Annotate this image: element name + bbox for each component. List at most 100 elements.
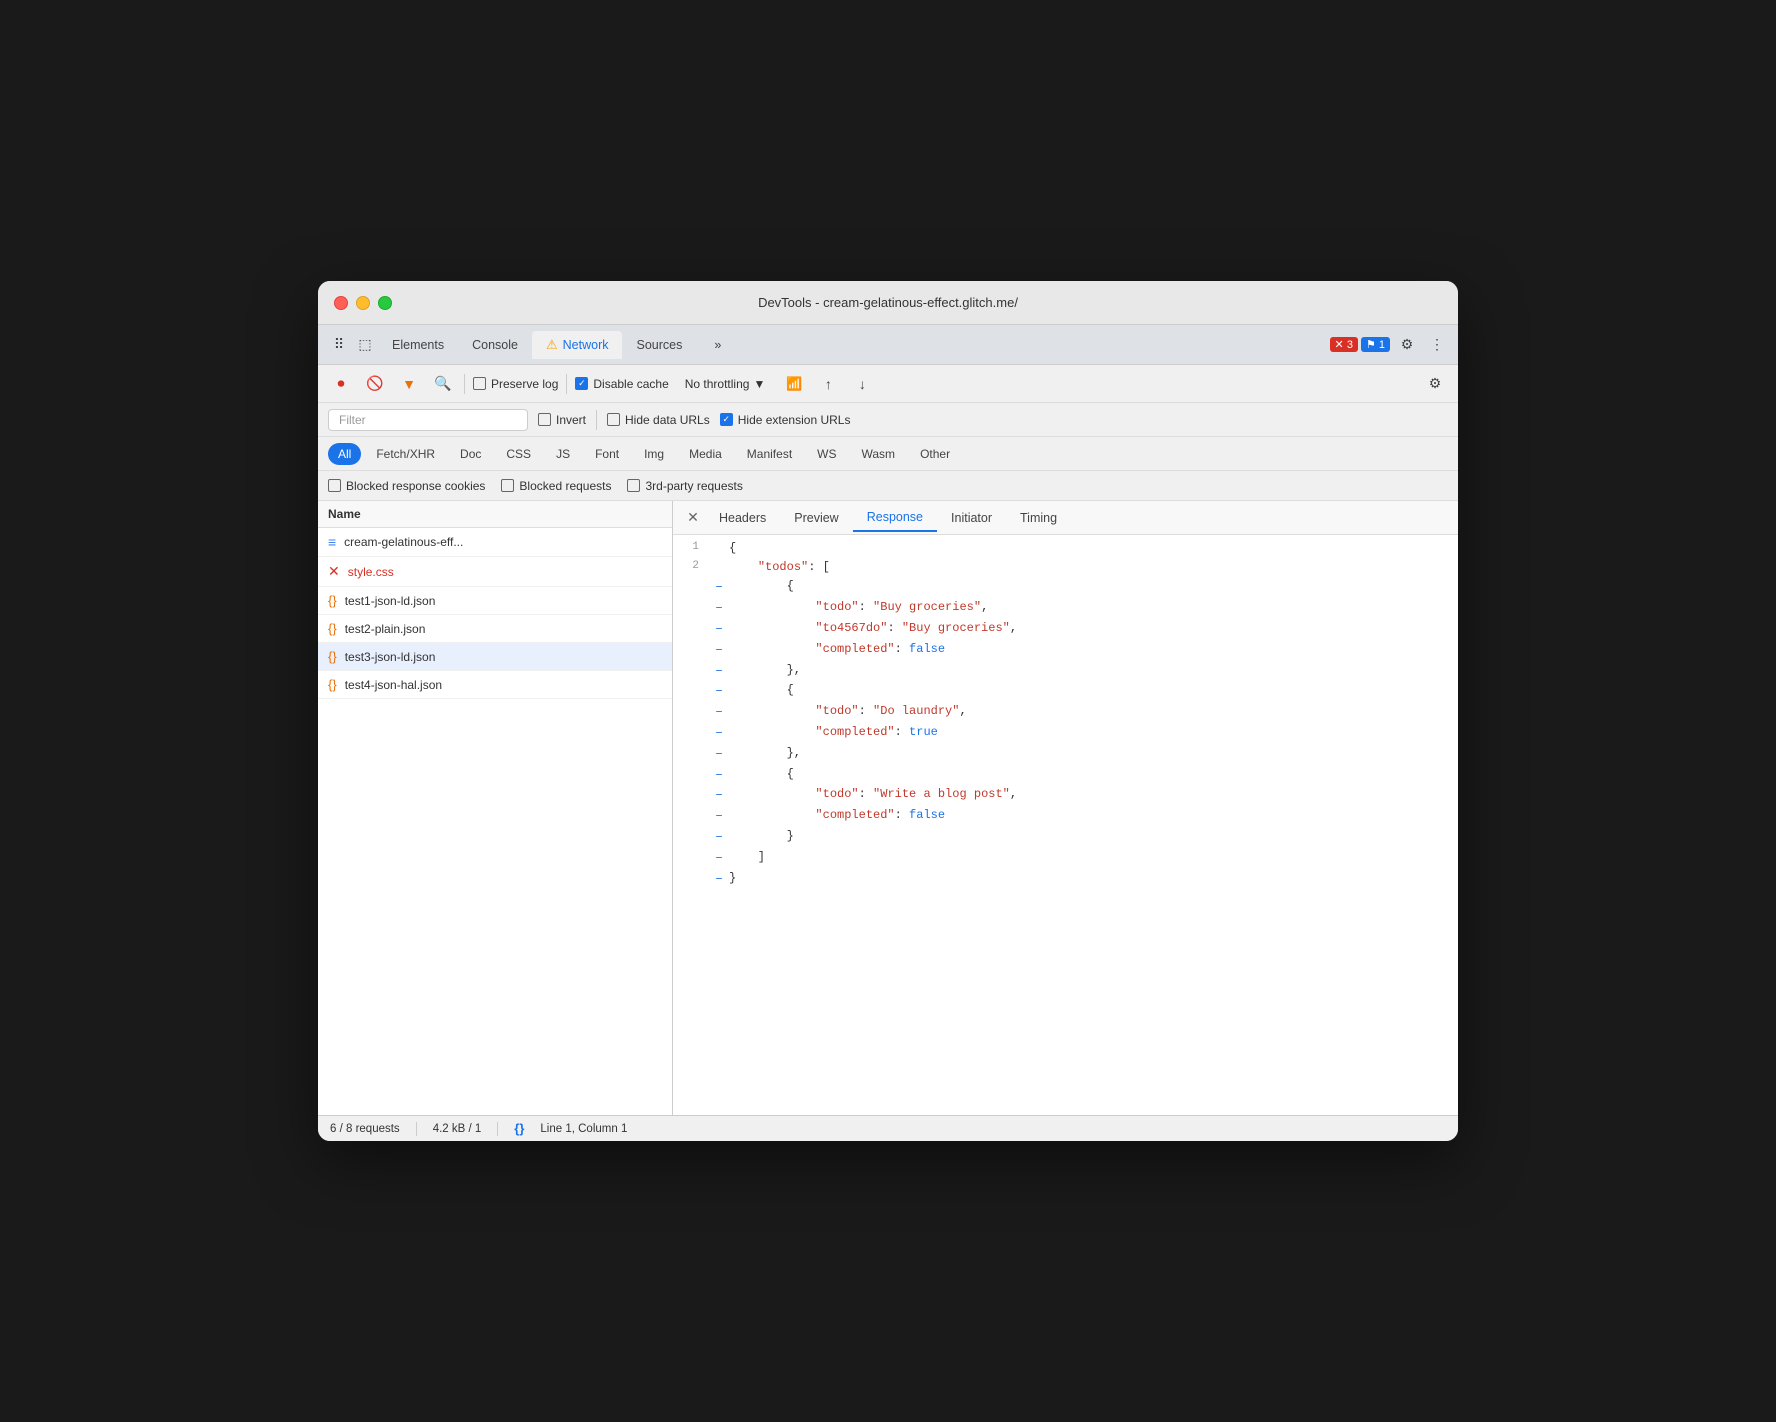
filter-input[interactable]	[328, 409, 528, 431]
disable-cache-label[interactable]: ✓ Disable cache	[575, 377, 668, 391]
request-count: 6 / 8 requests	[330, 1123, 400, 1135]
preserve-log-checkbox[interactable]	[473, 377, 486, 390]
tab-right-actions: ✕ 3 ⚑ 1 ⚙ ⋮	[1330, 332, 1450, 358]
doc-icon: ≡	[328, 534, 336, 550]
checkbox-bar: Blocked response cookies Blocked request…	[318, 471, 1458, 501]
file-item-style[interactable]: ✕ style.css	[318, 557, 672, 587]
type-btn-all[interactable]: All	[328, 443, 361, 465]
blocked-cookies-label[interactable]: Blocked response cookies	[328, 479, 485, 493]
json-icon: {}	[328, 649, 337, 664]
blocked-cookies-checkbox[interactable]	[328, 479, 341, 492]
file-item-test1[interactable]: {} test1-json-ld.json	[318, 587, 672, 615]
resp-tab-preview[interactable]: Preview	[780, 505, 852, 531]
throttle-btn[interactable]: No throttling ▼	[677, 374, 774, 394]
hide-data-label[interactable]: Hide data URLs	[607, 413, 710, 427]
line-dash: –	[709, 785, 729, 806]
file-name: test1-json-ld.json	[345, 594, 436, 608]
resp-tab-headers[interactable]: Headers	[705, 505, 780, 531]
minimize-traffic-light[interactable]	[356, 296, 370, 310]
traffic-lights	[334, 296, 392, 310]
code-line: – "completed": false	[673, 806, 1458, 827]
invert-checkbox[interactable]	[538, 413, 551, 426]
file-item-test3[interactable]: {} test3-json-ld.json	[318, 643, 672, 671]
more-options-btn[interactable]: ⋮	[1424, 332, 1450, 358]
type-btn-js[interactable]: JS	[546, 443, 580, 465]
transfer-size: 4.2 kB / 1	[433, 1123, 482, 1135]
code-line: – "to4567do": "Buy groceries",	[673, 619, 1458, 640]
network-settings-btn[interactable]: ⚙	[1422, 371, 1448, 397]
blocked-requests-checkbox[interactable]	[501, 479, 514, 492]
wifi-icon-btn[interactable]: 📶	[781, 371, 807, 397]
close-panel-btn[interactable]: ✕	[681, 506, 705, 530]
line-dash: –	[709, 619, 729, 640]
type-btn-media[interactable]: Media	[679, 443, 732, 465]
line-dash: –	[709, 869, 729, 890]
json-format-icon[interactable]: {}	[514, 1121, 524, 1136]
filter-bar: Invert Hide data URLs ✓ Hide extension U…	[318, 403, 1458, 437]
upload-btn[interactable]: ↑	[815, 371, 841, 397]
stop-recording-btn[interactable]: ⏺	[328, 371, 354, 397]
type-btn-manifest[interactable]: Manifest	[737, 443, 802, 465]
disable-cache-checkbox[interactable]: ✓	[575, 377, 588, 390]
line-dash: –	[709, 577, 729, 598]
status-sep-1	[416, 1122, 417, 1136]
type-btn-ws[interactable]: WS	[807, 443, 846, 465]
code-line: – "completed": false	[673, 640, 1458, 661]
type-btn-img[interactable]: Img	[634, 443, 674, 465]
code-content: {	[729, 681, 1458, 700]
hide-ext-label[interactable]: ✓ Hide extension URLs	[720, 413, 851, 427]
file-item-test2[interactable]: {} test2-plain.json	[318, 615, 672, 643]
json-icon: {}	[328, 621, 337, 636]
code-line: – },	[673, 661, 1458, 682]
type-btn-fetch-xhr[interactable]: Fetch/XHR	[366, 443, 445, 465]
file-name: test4-json-hal.json	[345, 678, 442, 692]
type-btn-other[interactable]: Other	[910, 443, 960, 465]
clear-btn[interactable]: 🚫	[362, 371, 388, 397]
line-number: 1	[673, 539, 709, 557]
code-content: "todo": "Write a blog post",	[729, 785, 1458, 804]
third-party-checkbox[interactable]	[627, 479, 640, 492]
resp-tab-initiator[interactable]: Initiator	[937, 505, 1006, 531]
file-item-cream[interactable]: ≡ cream-gelatinous-eff...	[318, 528, 672, 557]
blocked-requests-label[interactable]: Blocked requests	[501, 479, 611, 493]
devtools-window: DevTools - cream-gelatinous-effect.glitc…	[318, 281, 1458, 1141]
devtools-toggle-btn[interactable]: ⠿	[326, 332, 352, 358]
hide-ext-checkbox[interactable]: ✓	[720, 413, 733, 426]
status-bar: 6 / 8 requests 4.2 kB / 1 {} Line 1, Col…	[318, 1115, 1458, 1141]
settings-btn[interactable]: ⚙	[1394, 332, 1420, 358]
code-content: "completed": true	[729, 723, 1458, 742]
resp-tab-response[interactable]: Response	[853, 504, 937, 532]
third-party-label[interactable]: 3rd-party requests	[627, 479, 742, 493]
tab-more[interactable]: »	[700, 332, 735, 358]
line-dash: –	[709, 827, 729, 848]
line-dash: –	[709, 806, 729, 827]
device-toggle-btn[interactable]: ⬚	[352, 332, 378, 358]
tab-network[interactable]: ⚠ Network	[532, 331, 623, 359]
hide-data-checkbox[interactable]	[607, 413, 620, 426]
code-line: – "todo": "Do laundry",	[673, 702, 1458, 723]
type-btn-css[interactable]: CSS	[496, 443, 541, 465]
error-icon: ✕	[328, 563, 340, 580]
search-btn[interactable]: 🔍	[430, 371, 456, 397]
file-item-test4[interactable]: {} test4-json-hal.json	[318, 671, 672, 699]
separator-1	[464, 374, 465, 394]
maximize-traffic-light[interactable]	[378, 296, 392, 310]
tab-sources[interactable]: Sources	[622, 332, 696, 358]
download-btn[interactable]: ↓	[849, 371, 875, 397]
file-name: test3-json-ld.json	[345, 650, 436, 664]
preserve-log-label[interactable]: Preserve log	[473, 377, 558, 391]
type-btn-font[interactable]: Font	[585, 443, 629, 465]
tab-console[interactable]: Console	[458, 332, 532, 358]
chevron-down-icon: ▼	[753, 377, 765, 391]
type-btn-wasm[interactable]: Wasm	[852, 443, 906, 465]
title-bar: DevTools - cream-gelatinous-effect.glitc…	[318, 281, 1458, 325]
line-dash: –	[709, 765, 729, 786]
tab-elements[interactable]: Elements	[378, 332, 458, 358]
code-line: 1 {	[673, 539, 1458, 558]
close-traffic-light[interactable]	[334, 296, 348, 310]
network-toolbar: ⏺ 🚫 ▼ 🔍 Preserve log ✓ Disable cache No …	[318, 365, 1458, 403]
resp-tab-timing[interactable]: Timing	[1006, 505, 1071, 531]
filter-icon-btn[interactable]: ▼	[396, 371, 422, 397]
invert-label[interactable]: Invert	[538, 413, 586, 427]
type-btn-doc[interactable]: Doc	[450, 443, 491, 465]
